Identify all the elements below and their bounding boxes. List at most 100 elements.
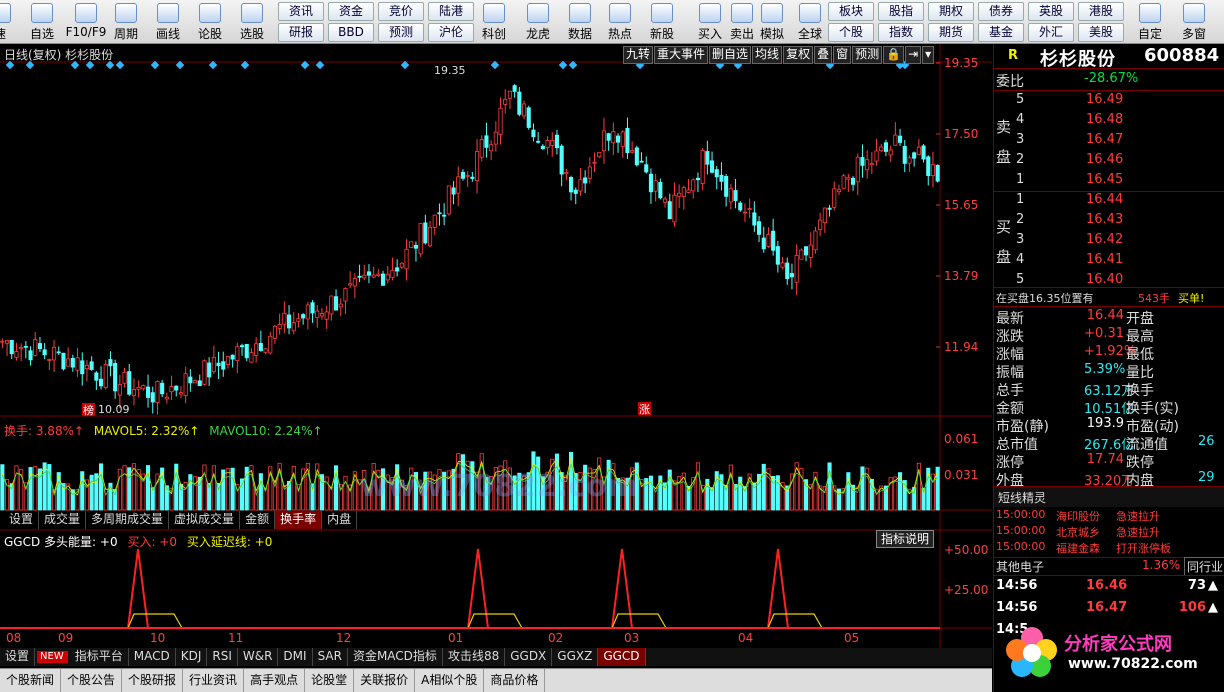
chart-menu-item-4[interactable]: 复权 xyxy=(783,46,814,64)
hot-icon xyxy=(609,3,631,23)
toolbar-quick-股指[interactable]: 股指 xyxy=(878,2,924,21)
volume-tab-1[interactable]: 成交量 xyxy=(39,511,87,529)
bottom-tab-5[interactable]: 论股堂 xyxy=(305,669,355,692)
indicator-tab-2[interactable]: 指标平台 xyxy=(70,648,129,666)
candle-body xyxy=(498,107,503,135)
toolbar-label: F10/F9 xyxy=(65,25,107,39)
indicator-tab-9[interactable]: 资金MACD指标 xyxy=(348,648,443,666)
chart-menu-item-2[interactable]: 删自选 xyxy=(709,46,752,64)
toolbar-quick-陆港[interactable]: 陆港 xyxy=(428,2,474,21)
toolbar-buttons-3[interactable]: 周期 xyxy=(104,0,148,43)
bottom-tab-8[interactable]: 商品价格 xyxy=(484,669,546,692)
bottom-tab-6[interactable]: 关联报价 xyxy=(354,669,416,692)
toolbar-quick-个股[interactable]: 个股 xyxy=(828,23,874,42)
toolbar-quick-美股[interactable]: 美股 xyxy=(1078,23,1124,42)
indicator-tab-5[interactable]: RSI xyxy=(207,648,238,666)
candle-body xyxy=(188,376,193,384)
toolbar-buttons-0[interactable]: 速 xyxy=(0,0,22,43)
volume-bar xyxy=(860,466,865,511)
indicator-help-button[interactable]: 指标说明 xyxy=(876,530,934,548)
volume-tab-2[interactable]: 多周期成交量 xyxy=(86,511,170,529)
indicator-tab-10[interactable]: 攻击线88 xyxy=(443,648,506,666)
candle-body xyxy=(240,345,245,348)
chart-menu-item-9[interactable]: ⇥ xyxy=(905,46,922,64)
toolbar-quick-期权[interactable]: 期权 xyxy=(928,2,974,21)
volume-bar xyxy=(648,475,653,511)
bottom-tab-2[interactable]: 个股研报 xyxy=(122,669,184,692)
candle-body xyxy=(263,348,268,353)
volume-tab-4[interactable]: 金额 xyxy=(240,511,276,529)
indicator-tab-11[interactable]: GGDX xyxy=(505,648,553,666)
bottom-tab-7[interactable]: A相似个股 xyxy=(415,669,485,692)
chart-menu-item-0[interactable]: 九转 xyxy=(623,46,654,64)
toolbar-quick-债券[interactable]: 债券 xyxy=(978,2,1024,21)
volume-tab-6[interactable]: 内盘 xyxy=(322,511,358,529)
hammer-icon xyxy=(761,3,783,23)
chart-menu-item-7[interactable]: 预测 xyxy=(852,46,883,64)
bottom-tab-4[interactable]: 高手观点 xyxy=(244,669,306,692)
stat-label-2: 最低 xyxy=(1126,347,1154,363)
chart-canvas[interactable]: 19.35 17.50 15.65 13.79 11.94 19.35 10.09 榜 涨 0.0… xyxy=(0,44,992,648)
indicator-tab-4[interactable]: KDJ xyxy=(176,648,208,666)
toolbar-quick-指数[interactable]: 指数 xyxy=(878,23,924,42)
candle-body xyxy=(592,161,597,164)
bottom-tab-3[interactable]: 行业资讯 xyxy=(183,669,245,692)
indicator-tab-1[interactable]: NEW xyxy=(37,651,68,663)
indicator-tab-12[interactable]: GGXZ xyxy=(552,648,599,666)
chart-menu-item-6[interactable]: 窗 xyxy=(833,46,852,64)
toolbar-mid_buttons-1[interactable]: 龙虎 xyxy=(516,0,560,43)
toolbar-quick-港股[interactable]: 港股 xyxy=(1078,2,1124,21)
toolbar-quick-资金[interactable]: 资金 xyxy=(328,2,374,21)
toolbar-tail-0[interactable]: 自定 xyxy=(1128,0,1172,43)
sprite-time: 15:00:00 xyxy=(996,524,1046,537)
same-sector-button[interactable]: 同行业 xyxy=(1184,557,1224,576)
indicator-tab-8[interactable]: SAR xyxy=(313,648,348,666)
toolbar-quick-外汇[interactable]: 外汇 xyxy=(1028,23,1074,42)
bottom-tab-0[interactable]: 个股新闻 xyxy=(0,669,62,692)
indicator-tab-7[interactable]: DMI xyxy=(278,648,313,666)
arrow-up-icon: ▲ xyxy=(1208,600,1218,615)
indicator-tab-3[interactable]: MACD xyxy=(129,648,176,666)
volume-bar xyxy=(221,469,226,511)
toolbar-mid_buttons-8[interactable]: 全球 xyxy=(788,0,832,43)
toolbar-buttons-5[interactable]: 论股 xyxy=(188,0,232,43)
chart-menu-item-8[interactable]: 🔒 xyxy=(883,46,905,64)
toolbar-quick-资讯[interactable]: 资讯 xyxy=(278,2,324,21)
toolbar-quick-竞价[interactable]: 竞价 xyxy=(378,2,424,21)
toolbar-buttons-1[interactable]: 自选 xyxy=(20,0,64,43)
candle-body xyxy=(66,358,71,367)
chart-menu-item-1[interactable]: 重大事件 xyxy=(654,46,709,64)
toolbar-buttons-2[interactable]: F10/F9 xyxy=(64,0,108,43)
toolbar-quick-板块[interactable]: 板块 xyxy=(828,2,874,21)
toolbar-mid_buttons-0[interactable]: 科创 xyxy=(472,0,516,43)
volume-tab-5[interactable]: 换手率 xyxy=(275,511,323,529)
toolbar-quick-预测[interactable]: 预测 xyxy=(378,23,424,42)
candle-body xyxy=(362,274,367,279)
toolbar-mid_buttons-2[interactable]: 数据 xyxy=(558,0,602,43)
toolbar-quick-期货[interactable]: 期货 xyxy=(928,23,974,42)
toolbar-quick-BBD[interactable]: BBD xyxy=(328,23,374,42)
candle-body xyxy=(742,211,747,214)
volume-tab-3[interactable]: 虚拟成交量 xyxy=(169,511,241,529)
volume-bar xyxy=(178,483,183,511)
candle-body xyxy=(178,392,183,395)
toolbar-tail-1[interactable]: 多窗 xyxy=(1172,0,1216,43)
indicator-tab-13[interactable]: GGCD xyxy=(598,648,646,666)
toolbar-buttons-4[interactable]: 画线 xyxy=(146,0,190,43)
bottom-tab-1[interactable]: 个股公告 xyxy=(61,669,123,692)
chart-menu-item-3[interactable]: 均线 xyxy=(752,46,783,64)
indicator-tab-0[interactable]: 设置 xyxy=(0,648,36,666)
toolbar-mid_buttons-3[interactable]: 热点 xyxy=(598,0,642,43)
toolbar-quick-沪伦[interactable]: 沪伦 xyxy=(428,23,474,42)
toolbar-quick-基金[interactable]: 基金 xyxy=(978,23,1024,42)
chart-menu-item-5[interactable]: 叠 xyxy=(814,46,833,64)
volume-tab-0[interactable]: 设置 xyxy=(4,511,40,529)
chart-area[interactable]: 19.35 17.50 15.65 13.79 11.94 19.35 10.09 榜 涨 0.0… xyxy=(0,44,992,666)
candle-body xyxy=(381,273,386,286)
toolbar-quick-英股[interactable]: 英股 xyxy=(1028,2,1074,21)
indicator-tab-6[interactable]: W&R xyxy=(238,648,279,666)
toolbar-mid_buttons-4[interactable]: 新股 xyxy=(640,0,684,43)
toolbar-quick-研报[interactable]: 研报 xyxy=(278,23,324,42)
toolbar-buttons-6[interactable]: 选股 xyxy=(230,0,274,43)
chart-menu-item-10[interactable]: ▾ xyxy=(922,46,935,64)
